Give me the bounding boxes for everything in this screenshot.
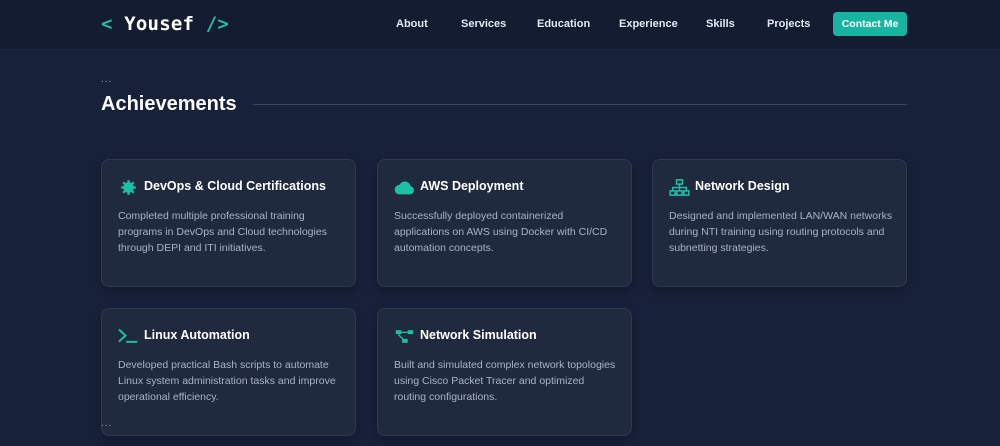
card-description: Built and simulated complex network topo…: [394, 359, 616, 403]
nav-link-skills[interactable]: Skills: [706, 18, 735, 30]
card-description: Designed and implemented LAN/WAN network…: [669, 210, 893, 254]
nav-link-about[interactable]: About: [396, 18, 428, 30]
nav-link-experience[interactable]: Experience: [619, 18, 678, 30]
achievement-card: DevOps & Cloud Certifications Completed …: [101, 159, 356, 287]
section-dots-top: ...: [101, 74, 113, 85]
card-title: DevOps & Cloud Certifications: [144, 179, 326, 193]
card-title: Network Design: [695, 179, 790, 193]
achievement-card: Linux Automation Developed practical Bas…: [101, 308, 356, 436]
section-dots-bottom: ...: [101, 418, 113, 429]
logo-name: Yousef: [124, 13, 195, 35]
nav-link-projects[interactable]: Projects: [767, 18, 810, 30]
contact-me-button[interactable]: Contact Me: [833, 12, 907, 36]
logo-close-bracket: />: [194, 13, 230, 35]
section-title-divider: [253, 104, 907, 105]
gear-icon: [117, 178, 139, 196]
terminal-icon: [117, 327, 139, 345]
achievement-card: Network Design Designed and implemented …: [652, 159, 907, 287]
diagram-icon: [393, 327, 415, 345]
navbar: < Yousef /> About Services Education Exp…: [0, 0, 1000, 50]
nav-link-education[interactable]: Education: [537, 18, 590, 30]
card-title: Network Simulation: [420, 328, 537, 342]
achievement-card: AWS Deployment Successfully deployed con…: [377, 159, 632, 287]
card-description: Developed practical Bash scripts to auto…: [118, 359, 336, 403]
cloud-icon: [393, 178, 415, 196]
card-description: Completed multiple professional training…: [118, 210, 327, 254]
achievement-card: Network Simulation Built and simulated c…: [377, 308, 632, 436]
card-title: AWS Deployment: [420, 179, 524, 193]
section-title: Achievements: [101, 93, 237, 115]
logo[interactable]: < Yousef />: [101, 13, 229, 35]
logo-open-bracket: <: [101, 13, 125, 35]
card-description: Successfully deployed containerized appl…: [394, 210, 608, 254]
network-icon: [668, 178, 690, 196]
card-title: Linux Automation: [144, 328, 250, 342]
nav-link-services[interactable]: Services: [461, 18, 506, 30]
